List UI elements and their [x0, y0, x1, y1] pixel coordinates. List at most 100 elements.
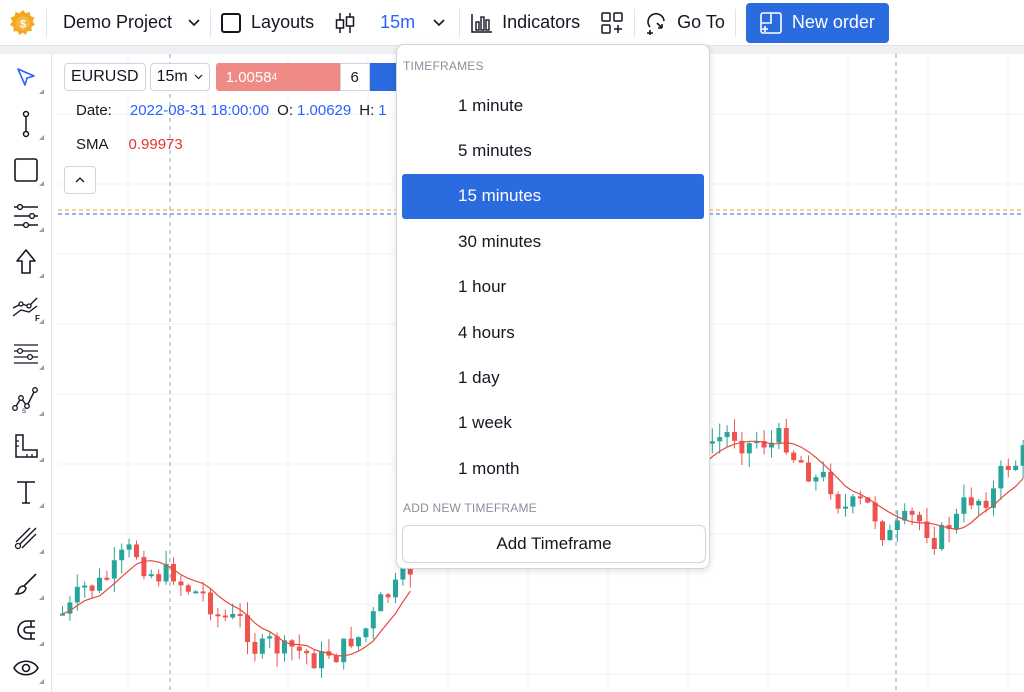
indicators-button[interactable]: Indicators: [460, 0, 590, 46]
candle-body: [857, 496, 863, 499]
candle-body: [783, 428, 789, 453]
layouts-label: Layouts: [251, 12, 315, 32]
candle-body: [126, 544, 132, 550]
eye-icon: [13, 660, 39, 676]
sell-price-pip: 4: [271, 71, 278, 83]
sma-label: SMA: [76, 136, 109, 153]
svg-text:S: S: [22, 409, 26, 414]
drawing-toolbar: F S: [0, 54, 52, 692]
candle-body: [193, 591, 199, 594]
arrow-up-icon: [16, 249, 36, 274]
timeframe-option[interactable]: 30 minutes: [402, 219, 704, 264]
candle-body: [222, 615, 228, 618]
add-timeframe-heading: ADD NEW TIMEFRAME: [403, 501, 537, 515]
measure-tool[interactable]: [8, 428, 44, 464]
goto-button[interactable]: Go To: [635, 0, 735, 46]
brush-tools-icon: [14, 527, 37, 550]
sma-value: 0.99973: [128, 136, 183, 153]
candle-body: [732, 432, 737, 441]
symbol-button[interactable]: EURUSD: [64, 63, 146, 91]
candle-body: [1020, 445, 1024, 466]
candle-body: [939, 525, 945, 550]
candle-body: [141, 557, 147, 577]
indicators-label: Indicators: [502, 12, 581, 32]
fib-tool[interactable]: [8, 198, 44, 234]
collapse-legend-button[interactable]: [64, 166, 96, 194]
candle-body: [709, 441, 715, 444]
chevron-down-icon: [194, 74, 203, 80]
candle-body: [880, 521, 885, 541]
layouts-button[interactable]: Layouts: [211, 0, 324, 46]
timeframe-option[interactable]: 5 minutes: [402, 128, 704, 173]
trend-line-icon: [22, 110, 30, 138]
paintbrush-tool[interactable]: [8, 566, 44, 602]
candle-body: [74, 586, 80, 603]
candle-body: [185, 585, 191, 592]
interval-label: 15m: [156, 68, 188, 85]
submenu-corner-icon: [39, 319, 44, 324]
candle-body: [156, 574, 162, 582]
brush-tools[interactable]: [8, 520, 44, 556]
interval-button[interactable]: 15m: [149, 63, 210, 91]
candle-body: [976, 500, 982, 506]
timeframe-option[interactable]: 1 month: [402, 446, 704, 491]
fib-tools-icon: [14, 203, 38, 229]
text-tool[interactable]: [8, 474, 44, 510]
timeframe-selector[interactable]: 15m: [366, 0, 455, 46]
timeframe-option[interactable]: 1 hour: [402, 265, 704, 310]
logo[interactable]: $: [0, 0, 46, 46]
new-order-label: New order: [791, 12, 875, 32]
candle-body: [850, 496, 856, 507]
candle-body: [961, 497, 967, 514]
rectangle-tool[interactable]: [8, 152, 44, 188]
timeframe-option[interactable]: 1 minute: [402, 83, 704, 128]
submenu-corner-icon: [39, 457, 44, 462]
project-selector[interactable]: Demo Project: [47, 0, 210, 46]
candle-body: [134, 544, 139, 558]
sell-button[interactable]: 1.0058 4: [215, 63, 340, 91]
candle-body: [385, 594, 391, 598]
candle-body: [924, 521, 930, 538]
magnet-tool[interactable]: [8, 612, 44, 648]
pattern-tool[interactable]: S: [8, 382, 44, 418]
trend-line-tool[interactable]: [8, 106, 44, 142]
candle-body: [259, 638, 265, 654]
arrow-tool[interactable]: [8, 244, 44, 280]
timeframe-option[interactable]: 15 minutes: [402, 173, 704, 220]
candle-body: [304, 650, 310, 654]
forecast-tool[interactable]: F: [8, 290, 44, 326]
candle-body: [1013, 465, 1019, 470]
candle-body: [791, 452, 797, 461]
chart-type-button[interactable]: [324, 0, 366, 46]
candle-body: [97, 577, 102, 591]
submenu-corner-icon: [39, 411, 44, 416]
candle-body: [252, 642, 258, 654]
candle-body: [828, 471, 834, 495]
timeframe-option[interactable]: 1 day: [402, 355, 704, 400]
chevron-down-icon: [188, 18, 200, 26]
quantity-field[interactable]: 6: [339, 63, 370, 91]
paintbrush-icon: [14, 573, 37, 595]
cursor-arrow-icon: [17, 68, 35, 86]
candle-body: [104, 577, 110, 580]
cursor-tool[interactable]: [8, 60, 44, 96]
new-order-button[interactable]: New order: [745, 2, 889, 43]
open-label: O:: [277, 102, 293, 119]
add-timeframe-button[interactable]: Add Timeframe: [402, 525, 706, 563]
candle-body: [82, 585, 88, 588]
legend-row: EURUSD 15m 1.0058 4 6: [64, 62, 400, 92]
timeframes-heading: TIMEFRAMES: [403, 59, 484, 73]
timeframe-option[interactable]: 4 hours: [402, 310, 704, 355]
candle-body: [119, 549, 125, 561]
gann-tool[interactable]: [8, 336, 44, 372]
candle-body: [111, 560, 117, 579]
candle-body: [333, 655, 339, 663]
visibility-tool[interactable]: [8, 650, 44, 686]
templates-button[interactable]: [590, 0, 634, 46]
candle-body: [835, 494, 841, 509]
timeframe-option[interactable]: 1 week: [402, 401, 704, 446]
candle-body: [200, 591, 206, 594]
candle-body: [237, 613, 243, 616]
forecast-icon: F: [12, 297, 40, 322]
candle-body: [348, 638, 354, 647]
